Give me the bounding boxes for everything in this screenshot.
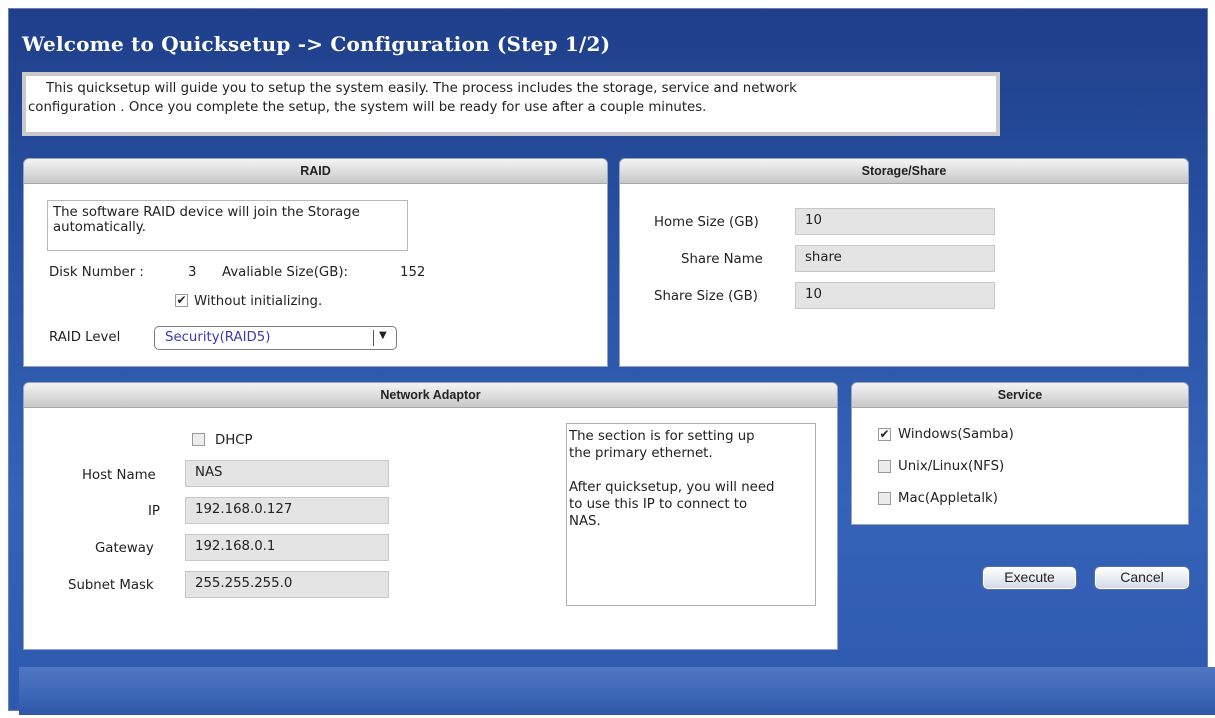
help-line-3: After quicksetup, you will need — [569, 480, 775, 495]
storage-panel: Storage/Share Home Size (GB) 10 Share Na… — [619, 158, 1189, 367]
divider — [373, 330, 374, 346]
dhcp-label: DHCP — [215, 433, 253, 448]
home-size-label: Home Size (GB) — [654, 215, 759, 230]
raid-note-text: The software RAID device will join the S… — [53, 205, 360, 235]
disk-number-value: 3 — [188, 265, 197, 280]
host-name-field[interactable]: NAS — [185, 460, 389, 487]
raid-panel-header: RAID — [24, 159, 607, 184]
home-size-field[interactable]: 10 — [795, 208, 995, 235]
service-panel: Service ✔ Windows(Samba) Unix/Linux(NFS)… — [851, 382, 1189, 525]
raid-level-value: Security(RAID5) — [165, 330, 271, 345]
gateway-field[interactable]: 192.168.0.1 — [185, 534, 389, 561]
help-line-2: the primary ethernet. — [569, 446, 713, 461]
storage-panel-header: Storage/Share — [620, 159, 1188, 184]
help-line-1: The section is for setting up — [569, 429, 755, 444]
without-initializing-label: Without initializing. — [194, 294, 323, 309]
chevron-down-icon: ▼ — [379, 330, 387, 341]
check-icon: ✔ — [176, 293, 187, 307]
share-name-field[interactable]: share — [795, 245, 995, 272]
raid-level-label: RAID Level — [49, 330, 121, 345]
raid-level-select[interactable]: Security(RAID5) ▼ — [154, 326, 397, 350]
help-line-4: to use this IP to connect to — [569, 497, 748, 512]
available-size-label: Avaliable Size(GB): — [222, 265, 348, 280]
footer-band — [19, 667, 1215, 715]
samba-label: Windows(Samba) — [898, 427, 1014, 442]
without-initializing-checkbox[interactable]: ✔ — [175, 294, 188, 307]
ip-label: IP — [148, 504, 160, 519]
raid-note-box: The software RAID device will join the S… — [47, 200, 408, 251]
cancel-button[interactable]: Cancel — [1094, 566, 1190, 590]
intro-text-box: This quicksetup will guide you to setup … — [22, 72, 1000, 136]
raid-panel: RAID The software RAID device will join … — [23, 158, 608, 367]
check-icon: ✔ — [879, 427, 890, 441]
samba-checkbox[interactable]: ✔ — [878, 428, 891, 441]
available-size-value: 152 — [400, 265, 426, 280]
intro-line-2: configuration . Once you complete the se… — [28, 100, 707, 115]
share-name-label: Share Name — [681, 252, 763, 267]
subnet-mask-field[interactable]: 255.255.255.0 — [185, 571, 389, 598]
appletalk-checkbox[interactable] — [878, 492, 891, 505]
network-panel: Network Adaptor DHCP Host Name NAS IP 19… — [23, 382, 838, 650]
service-panel-header: Service — [852, 383, 1188, 408]
intro-line-1: This quicksetup will guide you to setup … — [46, 81, 797, 96]
disk-number-label: Disk Number : — [49, 265, 144, 280]
host-name-label: Host Name — [82, 468, 156, 483]
nfs-label: Unix/Linux(NFS) — [898, 459, 1005, 474]
help-line-5: NAS. — [569, 514, 601, 529]
network-panel-header: Network Adaptor — [24, 383, 837, 408]
nfs-checkbox[interactable] — [878, 460, 891, 473]
dhcp-checkbox[interactable] — [192, 433, 205, 446]
network-help-box: The section is for setting up the primar… — [566, 423, 816, 606]
share-size-label: Share Size (GB) — [654, 289, 758, 304]
appletalk-label: Mac(Appletalk) — [898, 491, 998, 506]
gateway-label: Gateway — [95, 541, 154, 556]
subnet-mask-label: Subnet Mask — [68, 578, 154, 593]
share-size-field[interactable]: 10 — [795, 282, 995, 309]
page-title: Welcome to Quicksetup -> Configuration (… — [22, 32, 611, 56]
ip-field[interactable]: 192.168.0.127 — [185, 497, 389, 524]
execute-button[interactable]: Execute — [982, 566, 1077, 590]
